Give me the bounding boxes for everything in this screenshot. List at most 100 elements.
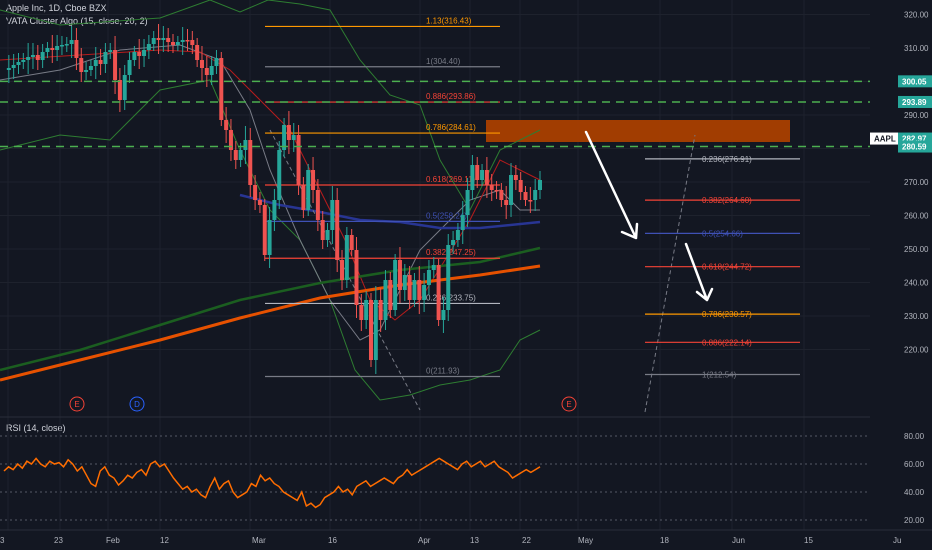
time-tick-label: 13 bbox=[470, 536, 479, 545]
candle-body bbox=[431, 265, 436, 270]
candle-body bbox=[340, 260, 345, 280]
candle-body bbox=[494, 190, 499, 192]
candle-body bbox=[243, 140, 248, 150]
candle-body bbox=[518, 180, 523, 192]
candle-body bbox=[146, 44, 151, 50]
candle-body bbox=[180, 40, 185, 42]
time-tick-label: Feb bbox=[106, 536, 120, 545]
candle-body bbox=[132, 52, 137, 60]
candle-body bbox=[412, 280, 417, 300]
candle-body bbox=[195, 45, 200, 60]
rsi-tick-label: 40.00 bbox=[904, 488, 925, 497]
candles bbox=[6, 24, 542, 374]
candle-body bbox=[161, 38, 166, 40]
candle-body bbox=[465, 190, 470, 215]
candle-body bbox=[262, 205, 267, 255]
candle-body bbox=[388, 280, 393, 310]
projection-dashed-line bbox=[644, 134, 696, 413]
fib-left-label: 1(304.40) bbox=[426, 57, 461, 66]
candle-body bbox=[301, 185, 306, 210]
candle-body bbox=[204, 68, 209, 75]
candle-body bbox=[368, 300, 373, 360]
price-tick-label: 270.00 bbox=[904, 178, 929, 187]
fib-right-label: 0.236(276.91) bbox=[702, 155, 752, 164]
grid bbox=[0, 0, 932, 530]
candle-body bbox=[50, 48, 55, 50]
candle-body bbox=[315, 190, 320, 220]
time-tick-label: 15 bbox=[804, 536, 813, 545]
candle-body bbox=[441, 310, 446, 320]
candle-body bbox=[286, 125, 291, 140]
time-axis: 3 23 Feb 12 Mar 16 Apr 13 22 May 18 Jun 15 Ju bbox=[0, 529, 932, 545]
candle-body bbox=[45, 48, 50, 52]
candle-body bbox=[475, 165, 480, 180]
candle-body bbox=[21, 60, 26, 62]
candle-body bbox=[383, 280, 388, 320]
candle-body bbox=[373, 300, 378, 360]
fib-left-label: 0.618(269.11) bbox=[426, 175, 476, 184]
candle-body bbox=[238, 150, 243, 160]
candle-body bbox=[267, 220, 272, 255]
candle-body bbox=[233, 150, 238, 160]
candle-body bbox=[470, 165, 475, 190]
candle-body bbox=[484, 170, 489, 185]
candle-body bbox=[253, 185, 258, 200]
candle-body bbox=[364, 300, 369, 320]
candle-body bbox=[436, 265, 441, 320]
candle-body bbox=[306, 170, 311, 210]
candle-body bbox=[257, 200, 262, 205]
candle-body bbox=[175, 42, 180, 45]
candle-body bbox=[185, 40, 190, 42]
event-marker-label: E bbox=[566, 400, 571, 409]
price-tick-label: 250.00 bbox=[904, 245, 929, 254]
time-tick-label: 22 bbox=[522, 536, 531, 545]
price-tick-label: 310.00 bbox=[904, 44, 929, 53]
candle-body bbox=[330, 200, 335, 230]
price-tick-label: 240.00 bbox=[904, 279, 929, 288]
time-tick-label: 3 bbox=[0, 536, 5, 545]
price-chart[interactable]: 1.272(329.56)1.13(316.43)1(304.40)0.886(… bbox=[0, 0, 932, 550]
price-axis: 330.00320.00310.00300.00290.00280.00270.… bbox=[870, 0, 932, 530]
fib-right-label: 0.886(222.14) bbox=[702, 338, 752, 347]
candle-body bbox=[64, 44, 69, 46]
rsi-tick-label: 20.00 bbox=[904, 516, 925, 525]
candle-body bbox=[296, 135, 301, 185]
candle-body bbox=[513, 175, 518, 180]
price-tick-label: 220.00 bbox=[904, 346, 929, 355]
candle-body bbox=[16, 62, 21, 65]
rsi-tick-label: 60.00 bbox=[904, 460, 925, 469]
candle-body bbox=[538, 180, 542, 190]
symbol-tag-label: AAPL bbox=[874, 135, 896, 144]
candle-body bbox=[11, 65, 16, 68]
fib-left-label: 0(211.93) bbox=[426, 367, 460, 376]
candle-body bbox=[422, 285, 427, 300]
candle-body bbox=[277, 150, 282, 200]
candle-body bbox=[349, 235, 354, 250]
fib-left-label: 0.786(284.61) bbox=[426, 123, 476, 132]
rsi-tick-label: 80.00 bbox=[904, 432, 925, 441]
candle-body bbox=[219, 58, 224, 120]
time-tick-label: 23 bbox=[54, 536, 63, 545]
candle-body bbox=[142, 50, 147, 56]
ema-blue-line bbox=[239, 193, 541, 230]
candle-body bbox=[26, 57, 31, 60]
candle-body bbox=[291, 135, 296, 140]
candle-body bbox=[79, 58, 84, 72]
candle-body bbox=[397, 260, 402, 290]
candle-body bbox=[103, 52, 108, 64]
candle-body bbox=[504, 200, 509, 205]
price-tag-label: 300.05 bbox=[902, 77, 927, 86]
candle-body bbox=[166, 38, 171, 42]
candle-body bbox=[402, 275, 407, 290]
candle-body bbox=[55, 46, 60, 50]
candle-body bbox=[451, 240, 456, 245]
candle-body bbox=[127, 60, 132, 75]
candle-body bbox=[489, 185, 494, 190]
candle-body bbox=[378, 300, 383, 320]
candle-body bbox=[499, 190, 504, 200]
fib-right-label: 1(212.54) bbox=[702, 370, 737, 379]
time-tick-label: May bbox=[578, 536, 593, 545]
candle-body bbox=[344, 235, 349, 280]
candle-body bbox=[393, 260, 398, 310]
price-tag-label: 280.59 bbox=[902, 143, 927, 152]
